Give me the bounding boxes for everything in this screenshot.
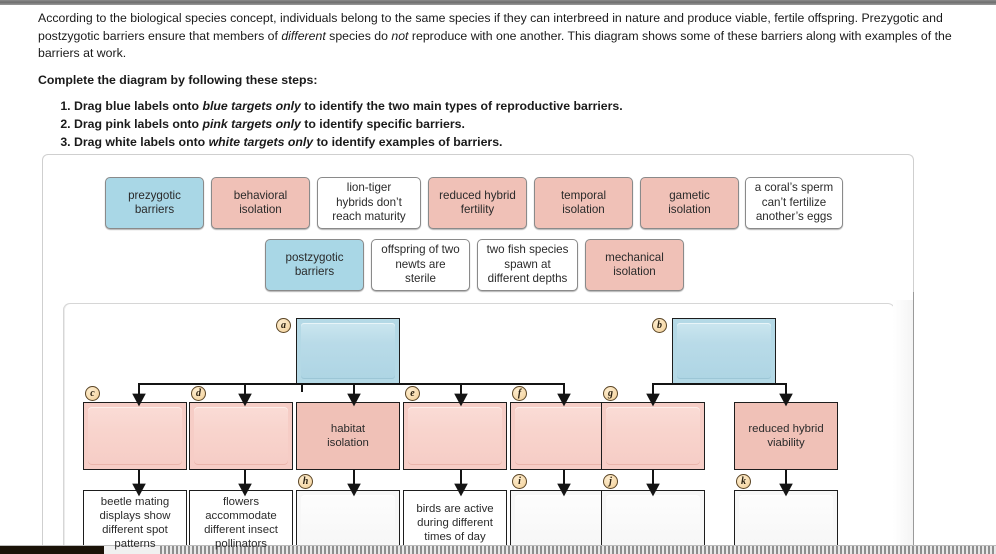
label-text: mechanical isolation (605, 250, 664, 279)
label-text: offspring of two newts are sterile (381, 243, 460, 286)
draggable-label-behavioral-isolation[interactable]: behavioral isolation (211, 177, 310, 229)
marker-label: g (608, 388, 613, 399)
step-2-emphasis: pink targets only (202, 117, 301, 131)
marker-b: b (652, 318, 667, 333)
draggable-label-mechanical-isolation[interactable]: mechanical isolation (585, 239, 684, 291)
instruction-step-1: Drag blue labels onto blue targets only … (74, 98, 968, 115)
draggable-label-reduced-hybrid-fertility[interactable]: reduced hybrid fertility (428, 177, 527, 229)
instruction-step-3: Drag white labels onto white targets onl… (74, 134, 968, 151)
marker-h: h (298, 474, 313, 489)
marker-label: c (90, 388, 95, 399)
target-text: beetle mating displays show different sp… (99, 496, 171, 550)
draggable-label-gametic-isolation[interactable]: gametic isolation (640, 177, 739, 229)
draggable-label-fish-spawn-depths[interactable]: two fish species spawn at different dept… (477, 239, 578, 291)
target-text: reduced hybrid viability (748, 423, 824, 449)
marker-g: g (603, 386, 618, 401)
label-text: postzygotic barriers (285, 250, 344, 279)
window-top-chrome-bar (0, 0, 996, 5)
marker-a: a (276, 318, 291, 333)
label-text: temporal isolation (560, 188, 607, 217)
marker-label: a (281, 320, 286, 331)
marker-label: k (741, 476, 746, 487)
step-1-emphasis: blue targets only (202, 99, 301, 113)
step-3-emphasis: white targets only (208, 135, 314, 149)
marker-label: d (196, 388, 201, 399)
draggable-label-prezygotic-barriers[interactable]: prezygotic barriers (105, 177, 204, 229)
marker-k: k (736, 474, 751, 489)
draggable-label-postzygotic-barriers[interactable]: postzygotic barriers (265, 239, 364, 291)
draggable-label-coral-sperm[interactable]: a coral’s sperm can’t fertilize another’… (745, 177, 843, 229)
step-1-post: to identify the two main types of reprod… (300, 99, 623, 113)
marker-j: j (603, 474, 618, 489)
marker-label: e (410, 388, 415, 399)
step-3-post: to identify examples of barriers. (313, 135, 503, 149)
target-text: birds are active during different times … (416, 503, 494, 543)
instruction-step-2: Drag pink labels onto pink targets only … (74, 116, 968, 133)
intro-text-block: According to the biological species conc… (38, 10, 968, 152)
drag-and-drop-activity-container: prezygotic barriers behavioral isolation… (42, 154, 914, 554)
label-text: prezygotic barriers (128, 188, 181, 217)
intro-paragraph: According to the biological species conc… (38, 10, 968, 63)
intro-para-part-2: species do (325, 28, 392, 43)
label-text: gametic isolation (668, 188, 711, 217)
marker-label: h (302, 476, 309, 487)
page-right-divider-rule (913, 292, 914, 546)
page-root: According to the biological species conc… (0, 0, 996, 554)
draggable-label-temporal-isolation[interactable]: temporal isolation (534, 177, 633, 229)
marker-d: d (191, 386, 206, 401)
intro-emphasis-different: different (281, 28, 326, 43)
step-2-pre: Drag pink labels onto (74, 117, 203, 131)
drop-target-flowers-pollinators[interactable]: flowers accommodate different insect pol… (189, 490, 293, 554)
step-1-pre: Drag blue labels onto (74, 99, 203, 113)
label-text: reduced hybrid fertility (439, 188, 516, 217)
instructions-heading: Complete the diagram by following these … (38, 72, 318, 87)
marker-label: f (517, 388, 522, 399)
label-text: a coral’s sperm can’t fertilize another’… (754, 181, 834, 224)
marker-c: c (85, 386, 100, 401)
label-text: two fish species spawn at different dept… (486, 243, 569, 286)
marker-f: f (512, 386, 527, 401)
step-2-post: to identify specific barriers. (300, 117, 465, 131)
marker-i: i (512, 474, 527, 489)
intro-emphasis-not: not (391, 28, 409, 43)
diagram-panel: a b c d habitat isolation e f g reduced … (63, 303, 895, 554)
instruction-steps-list: Drag blue labels onto blue targets only … (38, 98, 968, 151)
marker-label: i (518, 476, 521, 487)
target-text: habitat isolation (327, 423, 369, 449)
target-text: flowers accommodate different insect pol… (204, 496, 278, 550)
label-bank: prezygotic barriers behavioral isolation… (43, 155, 915, 295)
draggable-label-lion-tiger-hybrids[interactable]: lion-tiger hybrids don’t reach maturity (317, 177, 421, 229)
marker-label: b (657, 320, 662, 331)
diagram-canvas: a b c d habitat isolation e f g reduced … (64, 304, 894, 554)
label-text: lion-tiger hybrids don’t reach maturity (332, 181, 406, 224)
draggable-label-newt-offspring-sterile[interactable]: offspring of two newts are sterile (371, 239, 470, 291)
marker-label: j (609, 476, 612, 487)
label-text: behavioral isolation (233, 188, 288, 217)
panel-right-shadow (893, 300, 913, 546)
marker-e: e (405, 386, 420, 401)
step-3-pre: Drag white labels onto (74, 135, 209, 149)
